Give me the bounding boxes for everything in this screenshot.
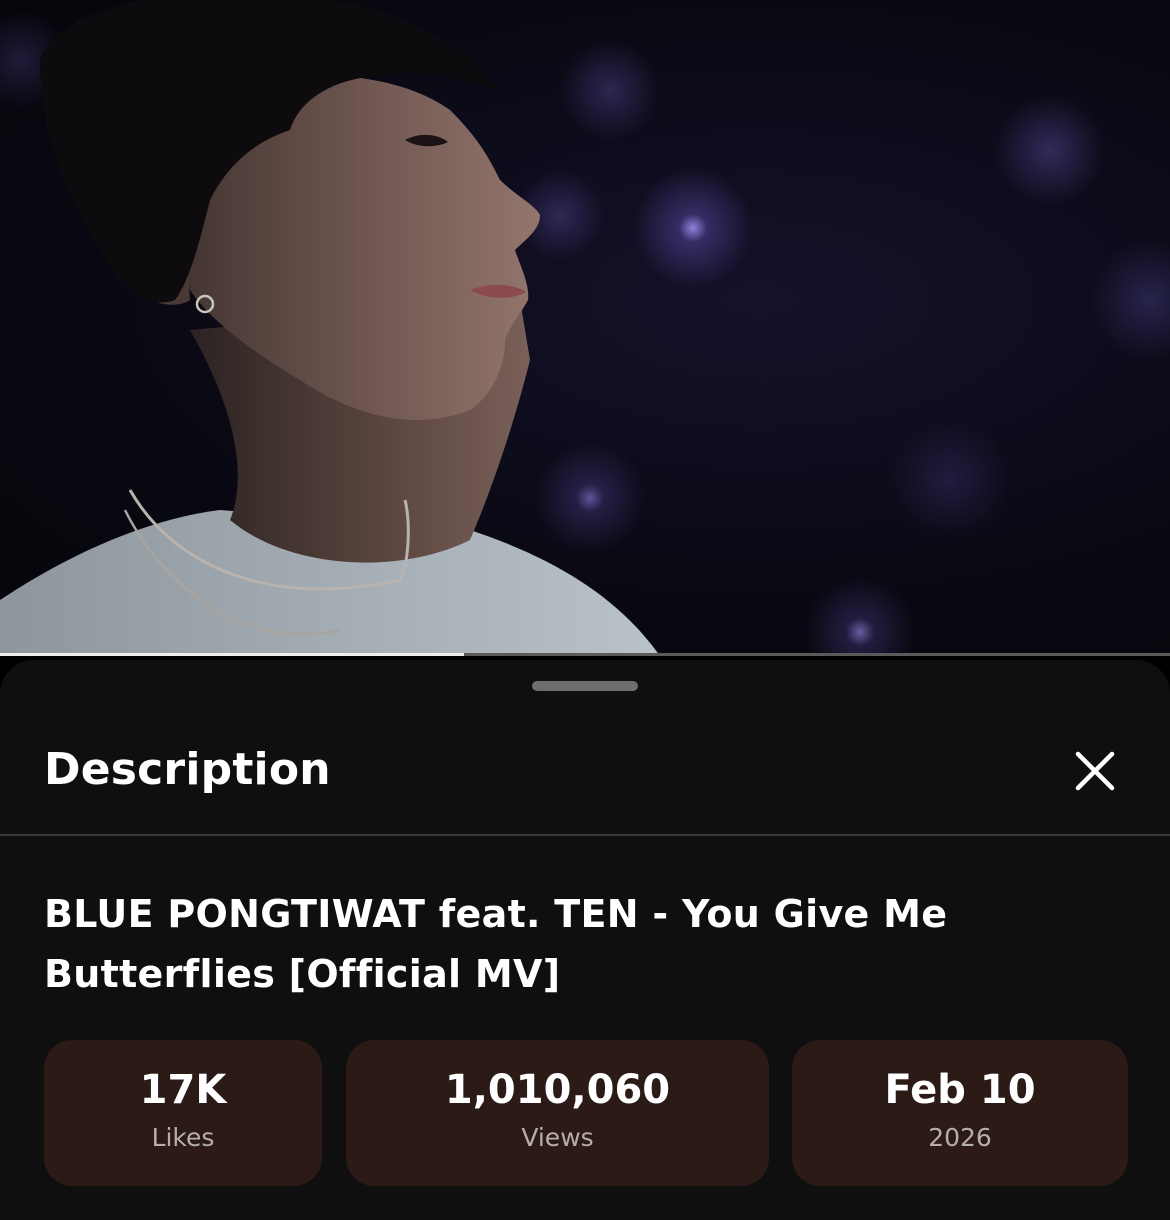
description-sheet: Description BLUE PONGTIWAT feat. TEN - Y…	[0, 660, 1170, 1220]
close-icon	[1075, 751, 1115, 791]
sheet-title: Description	[44, 744, 331, 795]
video-player[interactable]	[0, 0, 1170, 656]
likes-label: Likes	[151, 1123, 215, 1152]
views-label: Views	[521, 1123, 594, 1152]
drag-handle[interactable]	[532, 681, 638, 691]
likes-count: 17K	[139, 1067, 227, 1113]
upload-date-card: Feb 10 2026	[792, 1040, 1128, 1186]
stats-row: 17K Likes 1,010,060 Views Feb 10 2026	[0, 1040, 1170, 1186]
video-frame-image	[0, 0, 660, 656]
close-button[interactable]	[1066, 742, 1124, 800]
upload-year: 2026	[928, 1123, 992, 1152]
likes-stat-card: 17K Likes	[44, 1040, 322, 1186]
video-title: BLUE PONGTIWAT feat. TEN - You Give Me B…	[44, 892, 948, 996]
views-count: 1,010,060	[444, 1067, 671, 1113]
divider	[0, 834, 1170, 836]
progress-bar[interactable]	[0, 653, 1170, 656]
views-stat-card: 1,010,060 Views	[346, 1040, 769, 1186]
progress-bar-fill	[0, 653, 465, 656]
upload-date: Feb 10	[884, 1067, 1036, 1113]
